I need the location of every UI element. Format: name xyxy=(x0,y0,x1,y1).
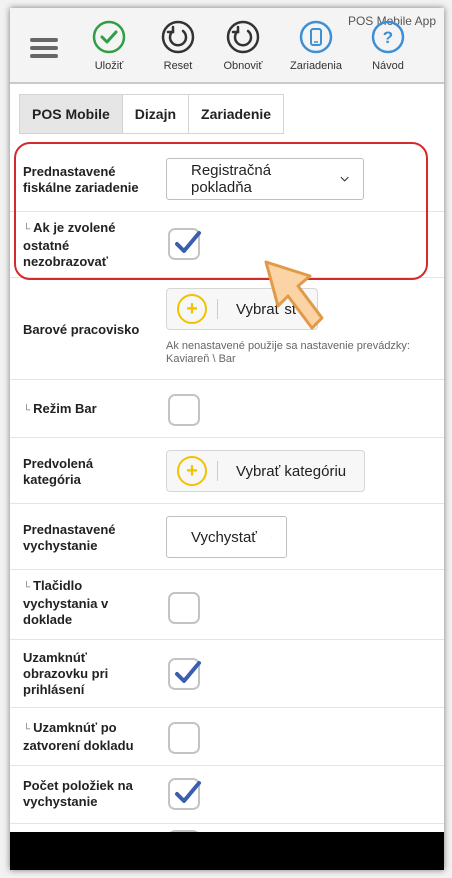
button-separator xyxy=(217,299,218,319)
devices-button[interactable]: Zariadenia xyxy=(286,20,346,72)
checkmark-icon xyxy=(175,781,201,803)
default-category-row: Predvolená kategória + Vybrať kategóriu xyxy=(10,438,444,504)
default-dispatch-value: Vychystať xyxy=(191,528,257,546)
device-icon xyxy=(299,20,333,54)
help-label: Návod xyxy=(372,60,404,72)
default-dispatch-select[interactable]: Vychystať xyxy=(166,516,287,558)
default-dispatch-label: Prednastavené vychystanie xyxy=(23,522,116,553)
bottom-nav-bar xyxy=(10,832,444,870)
devices-label: Zariadenia xyxy=(290,60,342,72)
lock-login-checkbox[interactable] xyxy=(168,658,201,690)
menu-icon[interactable] xyxy=(30,38,58,58)
reset-label: Reset xyxy=(163,60,193,72)
tab-device[interactable]: Zariadenie xyxy=(188,94,285,134)
default-dispatch-row: Prednastavené vychystanie Vychystať xyxy=(10,504,444,570)
bar-station-label: Barové pracovisko xyxy=(23,322,140,337)
dispatch-button-row: Tlačidlo vychystania v doklade xyxy=(10,570,444,640)
pointer-arrow-icon xyxy=(264,260,324,330)
lock-login-label: Uzamknúť obrazovku pri prihlásení xyxy=(23,650,109,697)
app-frame: POS Mobile App Uložiť Reset Obnoviť Zari… xyxy=(10,8,444,870)
plus-icon: + xyxy=(177,456,207,486)
tab-bar: POS Mobile Dizajn Zariadenie xyxy=(19,94,285,134)
default-category-label: Predvolená kategória xyxy=(23,456,94,487)
lock-close-row: Uzamknúť po zatvorení dokladu xyxy=(10,708,444,766)
refresh-button[interactable]: Obnoviť xyxy=(213,20,273,72)
reset-icon xyxy=(161,20,195,54)
lock-close-checkbox[interactable] xyxy=(168,722,200,754)
lock-close-label: Uzamknúť po zatvorení dokladu xyxy=(23,720,153,754)
bar-station-hint: Ak nenastavené použije sa nastavenie pre… xyxy=(166,340,410,365)
select-category-label: Vybrať kategóriu xyxy=(236,462,347,480)
item-count-checkbox[interactable] xyxy=(168,778,201,810)
reset-button[interactable]: Reset xyxy=(148,20,208,72)
button-separator xyxy=(217,461,218,481)
bar-mode-checkbox[interactable] xyxy=(168,394,200,426)
bar-station-row: Barové pracovisko + Vybrať st Ak nenasta… xyxy=(10,278,444,380)
checkmark-icon xyxy=(175,661,201,683)
chevron-down-icon xyxy=(270,536,272,538)
tab-pos-mobile[interactable]: POS Mobile xyxy=(19,94,123,134)
lock-login-row: Uzamknúť obrazovku pri prihlásení xyxy=(10,640,444,708)
refresh-icon xyxy=(226,20,260,54)
bar-mode-row: Režim Bar xyxy=(10,380,444,438)
dispatch-button-label: Tlačidlo vychystania v doklade xyxy=(23,578,123,628)
plus-icon: + xyxy=(177,294,207,324)
toolbar: POS Mobile App Uložiť Reset Obnoviť Zari… xyxy=(10,8,444,84)
check-circle-icon xyxy=(92,20,126,54)
tab-design[interactable]: Dizajn xyxy=(121,94,190,134)
help-button[interactable]: ? Návod xyxy=(358,20,418,72)
highlight-outline xyxy=(14,142,428,280)
dispatch-button-checkbox[interactable] xyxy=(168,592,200,624)
refresh-label: Obnoviť xyxy=(223,60,263,72)
item-count-label: Počet položiek na vychystanie xyxy=(23,778,133,809)
item-count-row: Počet položiek na vychystanie xyxy=(10,766,444,824)
save-label: Uložiť xyxy=(94,60,124,72)
bar-mode-label: Režim Bar xyxy=(23,401,143,419)
help-icon: ? xyxy=(371,20,405,54)
svg-text:?: ? xyxy=(383,28,393,47)
select-category-button[interactable]: + Vybrať kategóriu xyxy=(166,450,366,492)
save-button[interactable]: Uložiť xyxy=(79,20,139,72)
